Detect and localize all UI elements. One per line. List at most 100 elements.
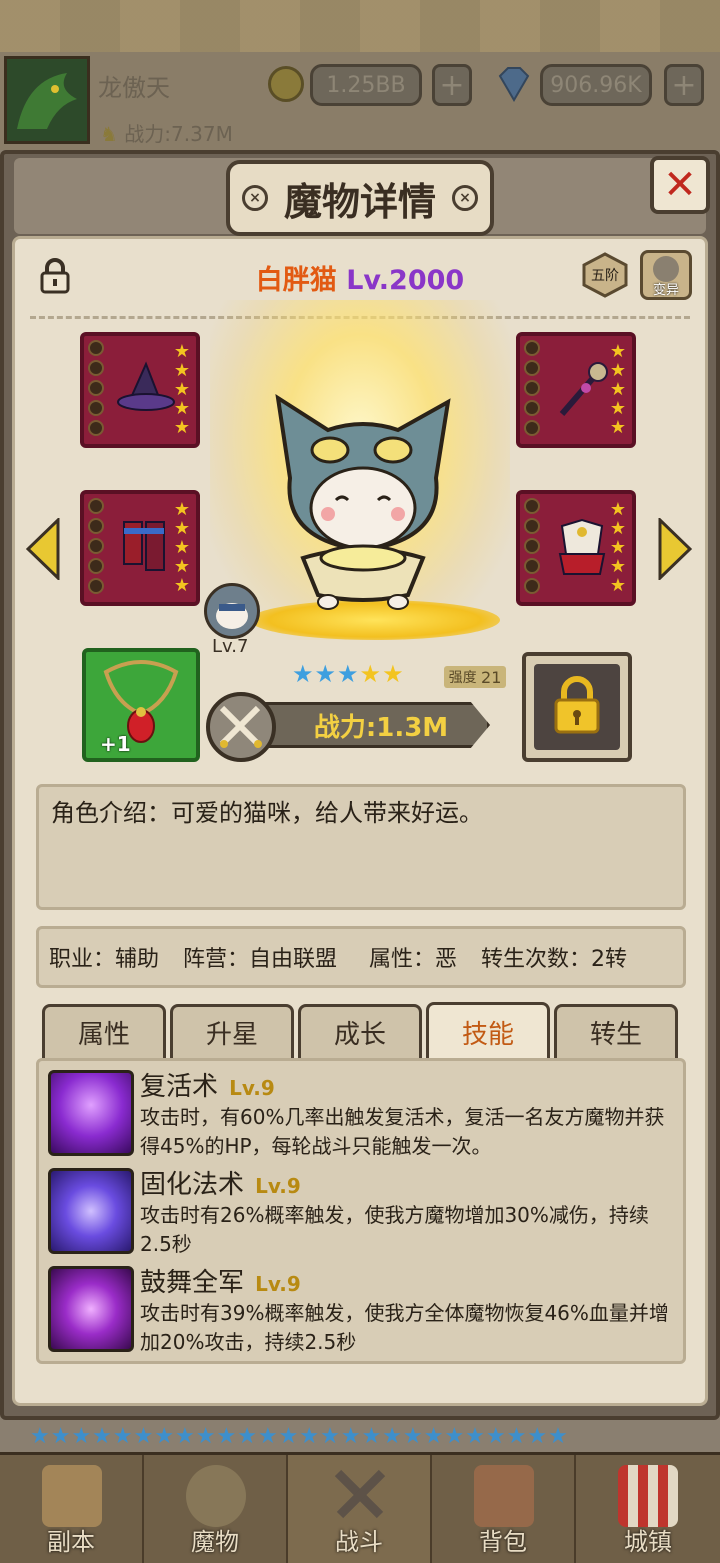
gem-amount: 906.96K bbox=[540, 64, 652, 106]
tab-skills[interactable]: 技能 bbox=[426, 1002, 550, 1060]
staff-icon bbox=[552, 360, 612, 420]
monster-intro: 角色介绍：可爱的猫咪，给人带来好运。 bbox=[36, 784, 686, 910]
tier-badge: 五阶 bbox=[580, 252, 630, 298]
close-button[interactable]: ✕ bbox=[650, 156, 710, 214]
witch-hat-icon bbox=[116, 360, 176, 420]
skill-level: Lv.9 bbox=[255, 1174, 301, 1198]
nav-monster[interactable]: 魔物 bbox=[144, 1455, 288, 1563]
gold-amount: 1.25BB bbox=[310, 64, 422, 106]
player-name: 龙傲天 bbox=[98, 74, 170, 102]
skill-level: Lv.9 bbox=[229, 1076, 275, 1100]
skill-level: Lv.9 bbox=[255, 1272, 301, 1296]
slot-pips bbox=[524, 498, 540, 598]
robe-armor-icon bbox=[552, 518, 612, 578]
rebirth-text: 转生次数：2转 bbox=[481, 947, 628, 972]
solidify-skill-icon[interactable] bbox=[48, 1168, 134, 1254]
monster-sprite[interactable] bbox=[268, 390, 458, 615]
tab-rebirth[interactable]: 转生 bbox=[554, 1004, 678, 1058]
nav-label: 城镇 bbox=[624, 1528, 672, 1556]
power-icon: ♞ bbox=[100, 122, 118, 146]
inspire-skill-icon[interactable] bbox=[48, 1266, 134, 1352]
strength-value: 21 bbox=[481, 667, 502, 687]
skill-description: 攻击时，有60%几率出触发复活术，复活一名友方魔物并获得45%的HP，每轮战斗只… bbox=[140, 1105, 665, 1158]
skill-name: 鼓舞全军 bbox=[140, 1268, 245, 1298]
locked-slot-inner bbox=[534, 664, 620, 750]
player-avatar[interactable] bbox=[4, 56, 90, 144]
add-gems-button[interactable]: + bbox=[664, 64, 704, 106]
equip-slot-hat[interactable]: ★ ★ ★ ★ ★ bbox=[80, 332, 200, 448]
gem-icon bbox=[494, 66, 534, 102]
arrow-right-icon bbox=[658, 516, 693, 582]
nav-dungeon[interactable]: 副本 bbox=[0, 1455, 144, 1563]
tab-star-up[interactable]: 升星 bbox=[170, 1004, 294, 1058]
nav-town[interactable]: 城镇 bbox=[576, 1455, 720, 1563]
job-text: 职业：辅助 bbox=[49, 947, 160, 972]
monster-info-row: 职业：辅助 阵营：自由联盟 属性：恶 转生次数：2转 bbox=[36, 926, 686, 988]
nav-backpack[interactable]: 背包 bbox=[432, 1455, 576, 1563]
player-power: ♞ 战力:7.37M bbox=[100, 118, 233, 147]
skill-item: 固化法术 Lv.9 攻击时有26%概率触发，使我方魔物增加30%减伤，持续2.5… bbox=[140, 1164, 680, 1259]
monster-helmet-icon bbox=[186, 1465, 246, 1527]
skill-description: 攻击时有39%概率触发，使我方全体魔物恢复46%血量并增加20%攻击，持续2.5… bbox=[140, 1301, 669, 1354]
nav-label: 副本 bbox=[47, 1528, 95, 1556]
strength-label: 强度 bbox=[448, 670, 477, 686]
slot-pips bbox=[88, 340, 104, 440]
star-blue-icon: ★ bbox=[337, 660, 360, 688]
star-blue-icon: ★ bbox=[314, 660, 338, 688]
revive-skill-icon[interactable] bbox=[48, 1070, 134, 1156]
attribute-text: 属性：恶 bbox=[369, 947, 458, 972]
monster-stars: ★★★★★ bbox=[292, 660, 405, 688]
pet-avatar[interactable] bbox=[204, 583, 260, 639]
background-star-row: ★★★★★★★★★★★★★★★★★★★★★★★★★★ bbox=[30, 1424, 569, 1449]
crossed-swords-icon bbox=[206, 692, 276, 762]
gold-coin-icon bbox=[268, 66, 304, 102]
monster-name: 白胖猫 bbox=[255, 265, 337, 296]
modal-title-text: 魔物详情 bbox=[283, 179, 436, 224]
arrow-left-icon bbox=[25, 516, 60, 582]
town-shop-icon bbox=[618, 1465, 678, 1527]
mutate-label: 变异 bbox=[652, 283, 679, 298]
skill-name: 复活术 bbox=[140, 1072, 219, 1102]
equip-slot-weapon[interactable]: ★ ★ ★ ★ ★ bbox=[516, 332, 636, 448]
slot-stars: ★ ★ ★ ★ ★ bbox=[609, 499, 626, 596]
close-icon: ✕ bbox=[663, 162, 697, 208]
tab-attributes[interactable]: 属性 bbox=[42, 1004, 166, 1058]
prev-monster-button[interactable] bbox=[25, 516, 60, 582]
pet-level: Lv.7 bbox=[212, 636, 249, 657]
map-scroll-icon bbox=[42, 1465, 102, 1527]
skill-name: 固化法术 bbox=[140, 1170, 245, 1200]
next-monster-button[interactable] bbox=[658, 516, 693, 582]
modal-title: × 魔物详情 × bbox=[226, 160, 494, 236]
gold-padlock-icon bbox=[554, 676, 600, 734]
nav-label: 战斗 bbox=[335, 1528, 383, 1556]
star-blue-icon: ★ bbox=[292, 660, 315, 688]
backpack-icon bbox=[474, 1465, 534, 1527]
camp-text: 阵营：自由联盟 bbox=[183, 947, 338, 972]
crossed-swords-icon bbox=[330, 1465, 390, 1527]
equip-slot-armor[interactable]: ★ ★ ★ ★ ★ bbox=[516, 490, 636, 606]
player-power-value: 战力:7.37M bbox=[124, 122, 233, 146]
add-gold-button[interactable]: + bbox=[432, 64, 472, 106]
mutate-button[interactable]: 变异 bbox=[640, 250, 692, 300]
bolt-right-icon: × bbox=[452, 185, 478, 211]
skill-description: 攻击时有26%概率触发，使我方魔物增加30%减伤，持续2.5秒 bbox=[140, 1203, 649, 1256]
skill-item: 鼓舞全军 Lv.9 攻击时有39%概率触发，使我方全体魔物恢复46%血量并增加2… bbox=[140, 1262, 680, 1357]
nav-label: 背包 bbox=[479, 1528, 527, 1556]
star-gold-icon: ★ bbox=[382, 660, 405, 688]
bolt-left-icon: × bbox=[242, 185, 268, 211]
nav-battle[interactable]: 战斗 bbox=[288, 1455, 432, 1563]
slot-stars: ★ ★ ★ ★ ★ bbox=[173, 341, 190, 438]
slot-pips bbox=[88, 498, 104, 598]
monster-power-bar: 战力:1.3M bbox=[250, 702, 490, 748]
tab-growth[interactable]: 成长 bbox=[298, 1004, 422, 1058]
monster-power: 战力:1.3M bbox=[313, 712, 449, 743]
amulet-enhance: +1 bbox=[100, 732, 131, 756]
nav-label: 魔物 bbox=[191, 1528, 239, 1556]
slot-stars: ★ ★ ★ ★ ★ bbox=[609, 341, 626, 438]
tier-badge-text: 五阶 bbox=[591, 268, 619, 284]
slot-stars: ★ ★ ★ ★ ★ bbox=[173, 499, 190, 596]
top-band bbox=[0, 0, 720, 52]
equip-slot-boots[interactable]: ★ ★ ★ ★ ★ bbox=[80, 490, 200, 606]
skill-item: 复活术 Lv.9 攻击时，有60%几率出触发复活术，复活一名友方魔物并获得45%… bbox=[140, 1066, 680, 1161]
bottom-nav: 副本 魔物 战斗 背包 城镇 bbox=[0, 1452, 720, 1563]
